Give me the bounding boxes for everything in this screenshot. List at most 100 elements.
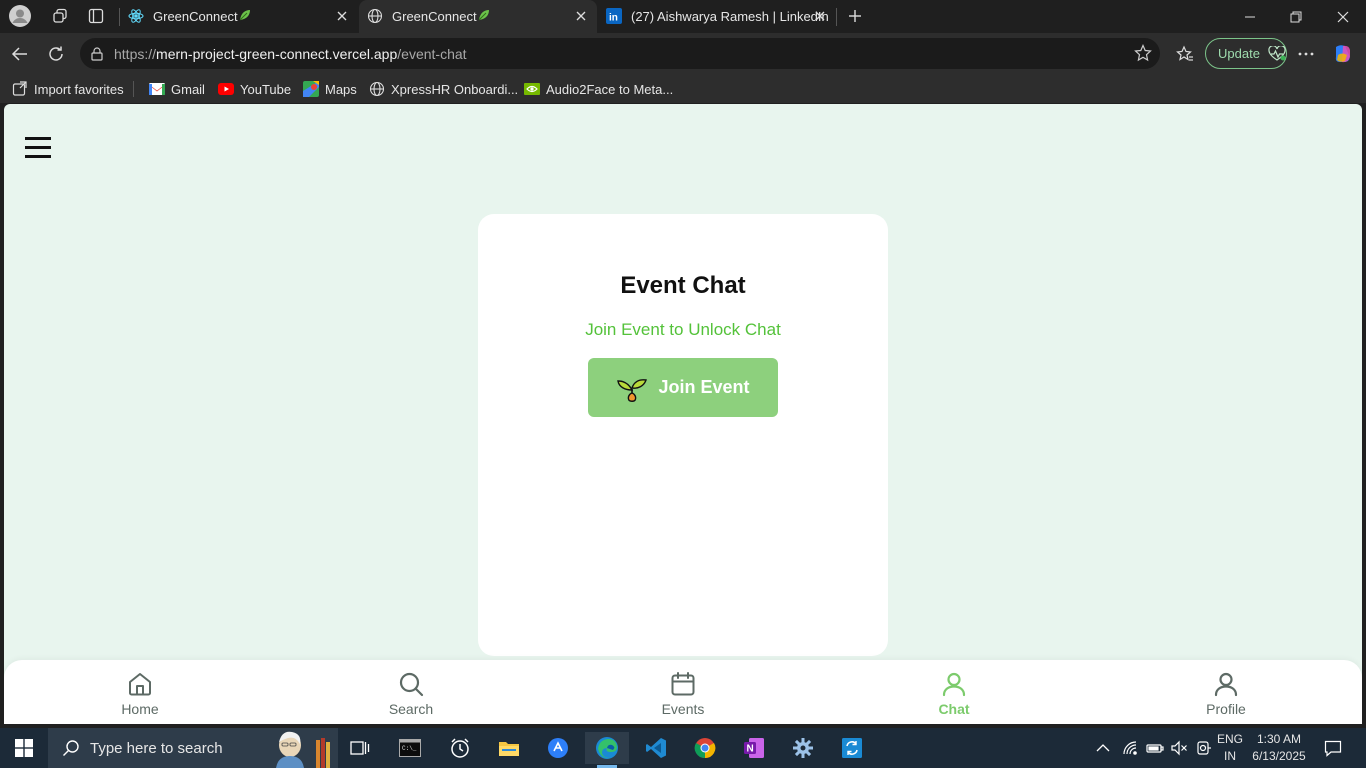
chevron-up-icon[interactable] [1096, 743, 1110, 753]
nav-label: Search [388, 701, 434, 717]
nav-label: Chat [938, 701, 970, 717]
favorites-icon[interactable] [1173, 42, 1197, 66]
svg-text:in: in [609, 13, 618, 24]
nav-profile[interactable]: Profile [1181, 670, 1271, 722]
clock-time: 1:30 AM [1256, 732, 1302, 746]
onenote-icon[interactable]: N [732, 732, 776, 764]
web-page: Event Chat Join Event to Unlock Chat Joi… [4, 104, 1362, 724]
favorite-xpresshr[interactable]: XpressHR Onboardi... [369, 80, 518, 98]
join-event-button[interactable]: Join Event [588, 358, 778, 417]
taskbar-search-box[interactable]: Type here to search [48, 728, 338, 768]
event-chat-card: Event Chat Join Event to Unlock Chat Joi… [478, 214, 888, 656]
user-icon [1212, 670, 1240, 698]
vertical-tabs-icon[interactable] [84, 4, 108, 28]
nav-events[interactable]: Events [638, 670, 728, 722]
more-options-icon[interactable] [1294, 42, 1318, 66]
refresh-icon[interactable] [44, 42, 68, 66]
profile-avatar-icon[interactable] [8, 4, 32, 28]
close-tab-icon[interactable] [812, 8, 828, 24]
camera-icon[interactable] [1196, 740, 1212, 756]
leaf-emoji-icon [238, 8, 252, 22]
favorite-audio2face[interactable]: Audio2Face to Meta... [524, 80, 673, 98]
nav-search[interactable]: Search [366, 670, 456, 722]
task-view-icon[interactable] [338, 732, 382, 764]
favorite-label: Maps [325, 81, 357, 97]
update-label: Update [1218, 46, 1260, 61]
language-code: ENG [1216, 732, 1243, 746]
heartbeat-icon [1268, 45, 1286, 62]
hamburger-menu-icon[interactable] [24, 134, 52, 162]
bottom-navigation: Home Search Events Chat Profile [4, 660, 1362, 724]
favorites-bar: Import favorites Gmail YouTube Maps Xpre… [0, 75, 1366, 103]
file-explorer-icon[interactable] [487, 732, 531, 764]
navigation-bar: https://mern-project-green-connect.verce… [0, 33, 1366, 75]
search-highlight-illustration-icon [274, 728, 338, 768]
nav-chat[interactable]: Chat [909, 670, 999, 722]
linkedin-icon: in [606, 8, 622, 24]
app-circle-icon[interactable] [536, 732, 580, 764]
close-tab-icon[interactable] [334, 8, 350, 24]
volume-muted-icon[interactable] [1170, 740, 1188, 756]
tab-strip: GreenConnect GreenConnect in (27) Aishwa… [0, 0, 1366, 33]
nav-label: Events [661, 701, 705, 717]
calendar-icon [669, 670, 697, 698]
favorite-label: YouTube [240, 81, 292, 97]
workspaces-icon[interactable] [48, 4, 72, 28]
svg-text:C:\_: C:\_ [402, 745, 417, 752]
copilot-icon[interactable] [1331, 42, 1355, 66]
restore-icon[interactable] [1273, 0, 1319, 33]
close-tab-icon[interactable] [573, 8, 589, 24]
update-button[interactable]: Update [1205, 38, 1287, 69]
nav-label: Home [121, 701, 159, 717]
new-tab-icon[interactable] [843, 4, 867, 28]
react-icon [128, 8, 144, 24]
url-text: https://mern-project-green-connect.verce… [114, 46, 467, 62]
gmail-icon [149, 83, 165, 95]
clock-date: 6/13/2025 [1252, 749, 1306, 763]
edge-browser-icon[interactable] [585, 732, 629, 768]
tab-greenconnect-2[interactable]: GreenConnect [359, 0, 597, 33]
user-icon [940, 670, 968, 698]
globe-icon [367, 8, 383, 24]
terminal-icon[interactable]: C:\_ [388, 732, 432, 764]
minimize-icon[interactable] [1227, 0, 1273, 33]
search-placeholder: Type here to search [90, 739, 223, 757]
battery-icon[interactable] [1146, 742, 1164, 754]
favorite-star-icon[interactable] [1134, 44, 1152, 62]
input-language-indicator[interactable]: ENG IN [1212, 731, 1248, 765]
tab-linkedin[interactable]: in (27) Aishwarya Ramesh | LinkedIn [598, 0, 836, 33]
tab-title: GreenConnect [392, 9, 477, 24]
sync-app-icon[interactable] [830, 732, 874, 764]
favorite-label: XpressHR Onboardi... [391, 81, 519, 97]
favorite-import[interactable]: Import favorites [12, 80, 124, 98]
windows-start-icon[interactable] [2, 732, 46, 764]
join-event-label: Join Event [658, 377, 750, 397]
settings-gear-icon[interactable] [781, 732, 825, 764]
wifi-icon[interactable] [1122, 740, 1138, 756]
favorite-label: Import favorites [34, 81, 124, 97]
nav-home[interactable]: Home [95, 670, 185, 722]
system-tray [1096, 728, 1212, 768]
nav-label: Profile [1206, 701, 1246, 717]
favorite-youtube[interactable]: YouTube [218, 80, 291, 98]
address-bar[interactable]: https://mern-project-green-connect.verce… [80, 38, 1160, 69]
home-icon [126, 670, 154, 698]
notifications-icon[interactable] [1318, 732, 1348, 764]
chrome-icon[interactable] [683, 732, 727, 764]
search-icon [62, 739, 80, 757]
sprout-icon [616, 372, 648, 404]
vscode-icon[interactable] [634, 732, 678, 764]
site-info-icon[interactable] [89, 46, 105, 62]
system-clock[interactable]: 1:30 AM 6/13/2025 [1246, 731, 1312, 765]
globe-icon [369, 81, 385, 97]
close-window-icon[interactable] [1320, 0, 1366, 33]
alarm-clock-icon[interactable] [438, 732, 482, 764]
favorite-gmail[interactable]: Gmail [149, 80, 205, 98]
back-icon[interactable] [8, 42, 32, 66]
region-code: IN [1224, 749, 1236, 763]
nvidia-icon [524, 83, 540, 95]
favorite-label: Audio2Face to Meta... [546, 81, 674, 97]
leaf-emoji-icon [477, 8, 491, 22]
favorite-maps[interactable]: Maps [303, 80, 357, 98]
tab-greenconnect-1[interactable]: GreenConnect [120, 0, 358, 33]
